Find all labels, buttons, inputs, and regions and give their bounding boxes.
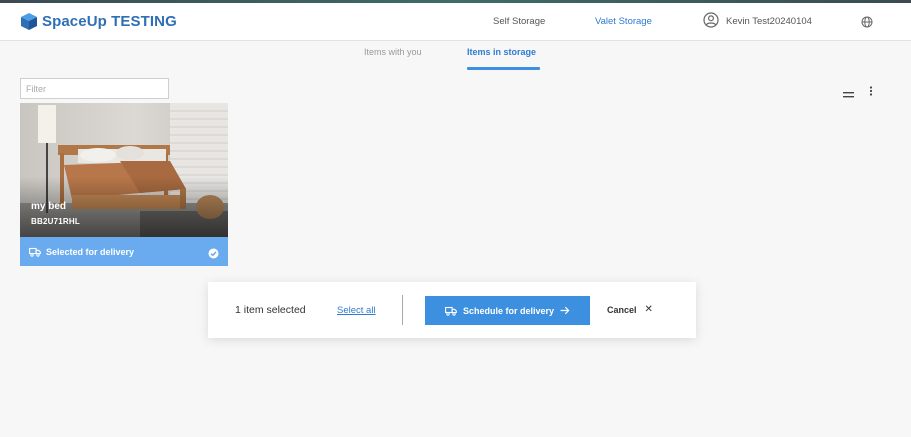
item-status-label: Selected for delivery (46, 246, 135, 257)
filter-input[interactable] (20, 78, 169, 99)
action-divider (402, 295, 403, 325)
app-header: SpaceUp TESTING Self Storage Valet Stora… (0, 3, 911, 41)
list-view-button[interactable] (843, 85, 854, 103)
item-code: BB2U71RHL (31, 217, 80, 226)
list-view-icon (843, 92, 854, 98)
brand-logo[interactable]: SpaceUp TESTING (20, 12, 177, 31)
item-name: my bed (31, 201, 67, 212)
tab-items-in-storage[interactable]: Items in storage (467, 47, 536, 57)
active-tab-indicator (467, 67, 540, 70)
nav-valet-storage[interactable]: Valet Storage (595, 16, 652, 27)
nav-self-storage[interactable]: Self Storage (493, 16, 545, 27)
schedule-delivery-button[interactable]: Schedule for delivery (425, 296, 590, 325)
more-options-button[interactable] (869, 83, 873, 101)
user-menu[interactable]: Kevin Test20240104 (703, 12, 812, 28)
selected-count: 1 item selected (235, 304, 306, 316)
more-vertical-icon (869, 86, 873, 96)
close-icon: ✕ (644, 304, 653, 315)
item-tabs: Items with you Items in storage (0, 41, 911, 71)
cube-logo-icon (21, 13, 37, 30)
truck-icon (445, 306, 457, 316)
truck-icon (29, 247, 41, 257)
selection-action-bar: 1 item selected Select all Schedule for … (208, 282, 696, 338)
cancel-button[interactable]: Cancel ✕ (607, 304, 653, 315)
user-circle-icon (703, 12, 719, 28)
item-card[interactable]: my bed BB2U71RHL Selected for delivery (20, 103, 228, 266)
user-name: Kevin Test20240104 (726, 15, 812, 27)
cancel-label: Cancel (607, 304, 637, 315)
app-title: SpaceUp TESTING (42, 13, 177, 30)
schedule-delivery-label: Schedule for delivery (462, 305, 555, 316)
select-all-link[interactable]: Select all (337, 305, 376, 316)
check-circle-icon (208, 248, 219, 259)
language-button[interactable] (861, 15, 873, 33)
tab-items-with-you[interactable]: Items with you (364, 47, 422, 57)
selected-check[interactable] (208, 246, 219, 264)
item-status-bar: Selected for delivery (20, 237, 228, 266)
arrow-right-icon (560, 306, 570, 315)
globe-icon (861, 16, 873, 28)
